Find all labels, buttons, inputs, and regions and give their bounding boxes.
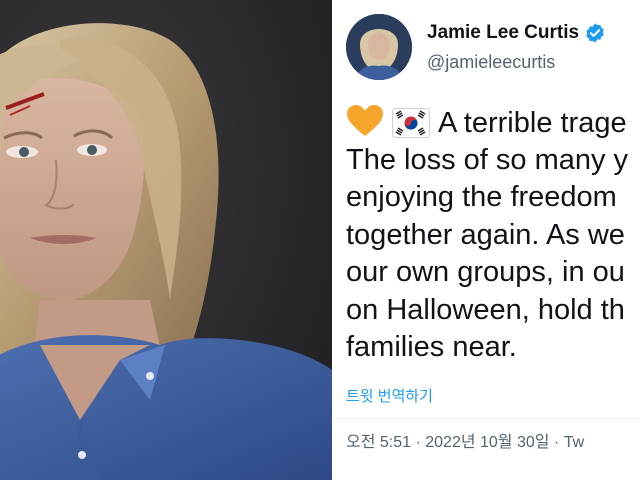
tweet-line-6: on Halloween, hold th [346, 293, 625, 326]
portrait-photo [0, 0, 332, 480]
display-name[interactable]: Jamie Lee Curtis [427, 22, 579, 44]
author-row: Jamie Lee Curtis [427, 22, 606, 44]
south-korea-flag-emoji [392, 108, 430, 138]
user-handle[interactable]: @jamieleecurtis [427, 52, 555, 73]
orange-heart-emoji [347, 105, 383, 136]
tweet-line-3: enjoying the freedom [346, 181, 617, 213]
tweet-line-5: our own groups, in ou [346, 256, 625, 288]
verified-badge-icon [586, 23, 604, 43]
tweet-line-text: A terrible trage [438, 107, 627, 139]
portrait-illustration [0, 0, 332, 480]
tweet-body: A terrible trage The loss of so many y e… [346, 104, 640, 367]
avatar-image [346, 14, 412, 80]
divider [332, 418, 640, 419]
tweet-line-1: A terrible trage [346, 104, 640, 142]
tweet-card: Jamie Lee Curtis @jamieleecurtis A terri… [332, 0, 640, 480]
tweet-line-7: families near. [346, 331, 517, 363]
tweet-line-2: The loss of so many y [346, 143, 629, 176]
translate-tweet-link[interactable]: 트윗 번역하기 [346, 385, 433, 406]
avatar[interactable] [346, 14, 412, 80]
tweet-timestamp[interactable]: 오전 5:51 · 2022년 10월 30일 · Tw [346, 428, 584, 452]
tweet-line-4: together again. As we [346, 218, 625, 251]
